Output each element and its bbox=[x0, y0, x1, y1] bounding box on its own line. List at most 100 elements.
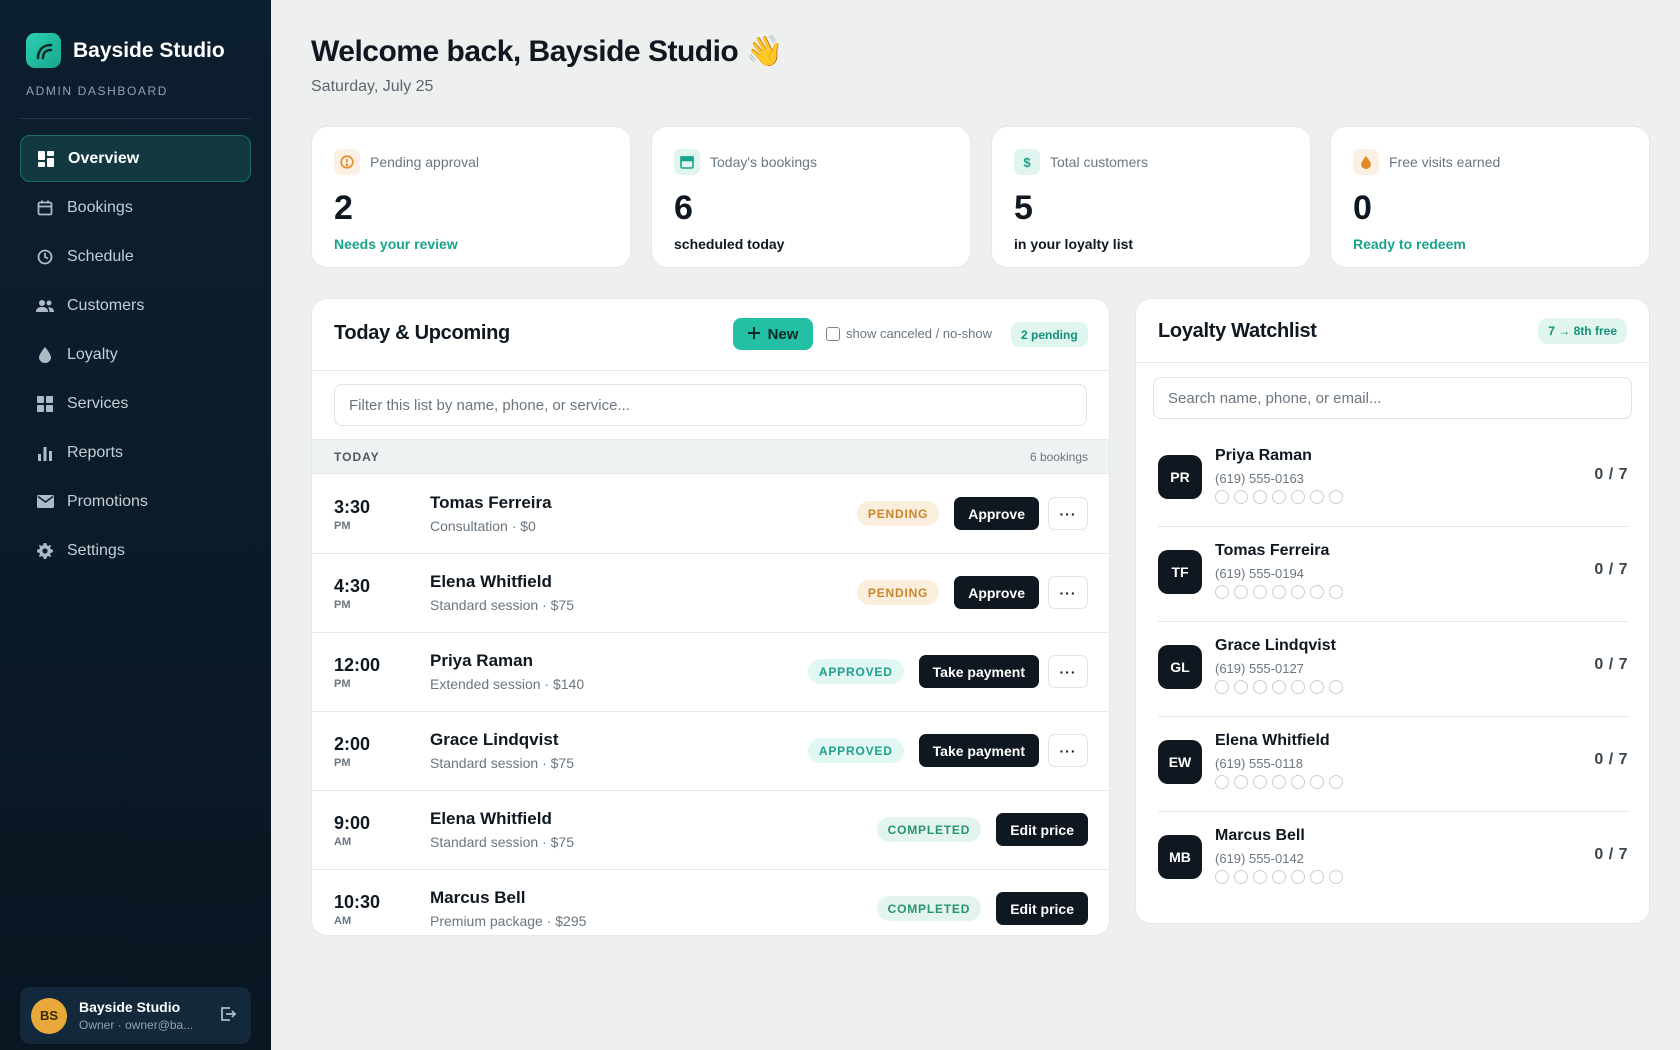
sidebar-item-services[interactable]: Services bbox=[20, 380, 251, 427]
sidebar-item-label: Schedule bbox=[67, 247, 134, 265]
sidebar-item-customers[interactable]: Customers bbox=[20, 282, 251, 329]
booking-ampm: PM bbox=[334, 599, 351, 611]
visit-dot bbox=[1215, 490, 1229, 504]
sidebar-item-label: Settings bbox=[67, 541, 125, 559]
visit-dot bbox=[1272, 680, 1286, 694]
logout-icon[interactable] bbox=[219, 1005, 237, 1028]
page-title: Welcome back, Bayside Studio 👋 bbox=[311, 35, 783, 68]
approve-button[interactable]: Approve bbox=[954, 576, 1039, 609]
stat-card-bookings[interactable]: Today's bookings 6 scheduled today bbox=[651, 126, 971, 268]
sidebar-item-reports[interactable]: Reports bbox=[20, 429, 251, 476]
panel-divider bbox=[312, 370, 1109, 371]
panel-divider bbox=[1136, 362, 1649, 363]
sidebar-item-label: Reports bbox=[67, 443, 124, 461]
visit-dot bbox=[1291, 775, 1305, 789]
booking-customer: Tomas Ferreira bbox=[430, 493, 552, 512]
visit-dot bbox=[1234, 870, 1248, 884]
plus-icon bbox=[747, 326, 760, 343]
status-badge: PENDING bbox=[856, 580, 940, 605]
new-booking-button[interactable]: New bbox=[733, 318, 813, 350]
sidebar-item-loyalty[interactable]: Loyalty bbox=[20, 331, 251, 378]
booking-row[interactable]: 4:30 PM Elena Whitfield Standard session… bbox=[312, 554, 1109, 633]
sidebar-item-schedule[interactable]: Schedule bbox=[20, 233, 251, 280]
sidebar-item-overview[interactable]: Overview bbox=[20, 135, 251, 182]
loyalty-row[interactable]: PR Priya Raman (619) 555-0163 0 / 7 bbox=[1158, 432, 1628, 527]
booking-time: 4:30 bbox=[334, 576, 371, 596]
visit-dot bbox=[1329, 775, 1343, 789]
booking-customer: Elena Whitfield bbox=[430, 809, 552, 828]
sidebar-item-settings[interactable]: Settings bbox=[20, 527, 251, 574]
loyalty-score: 0 / 7 bbox=[1594, 751, 1628, 768]
visit-dot bbox=[1272, 870, 1286, 884]
sidebar-item-label: Bookings bbox=[67, 198, 133, 216]
stat-card-free-visits[interactable]: Free visits earned 0 Ready to redeem bbox=[1330, 126, 1650, 268]
booking-row[interactable]: 12:00 PM Priya Raman Extended session · … bbox=[312, 633, 1109, 712]
drop-icon bbox=[36, 346, 54, 364]
new-button-label: New bbox=[767, 325, 799, 343]
more-options-button[interactable]: ··· bbox=[1048, 734, 1088, 767]
status-badge: APPROVED bbox=[807, 738, 904, 763]
loyalty-row[interactable]: MB Marcus Bell (619) 555-0142 0 / 7 bbox=[1158, 812, 1628, 907]
visit-dot bbox=[1234, 680, 1248, 694]
avatar: EW bbox=[1158, 740, 1202, 784]
more-options-button[interactable]: ··· bbox=[1048, 576, 1088, 609]
booking-customer: Marcus Bell bbox=[430, 888, 526, 907]
take-payment-button[interactable]: Take payment bbox=[918, 655, 1039, 688]
stat-card-pending[interactable]: Pending approval 2 Needs your review bbox=[311, 126, 631, 268]
visit-dot bbox=[1329, 585, 1343, 599]
avatar: MB bbox=[1158, 835, 1202, 879]
bookings-filter-input[interactable]: Filter this list by name, phone, or serv… bbox=[334, 384, 1087, 426]
visit-dot bbox=[1215, 585, 1229, 599]
loyalty-search-input[interactable]: Search name, phone, or email... bbox=[1153, 377, 1632, 419]
avatar: BS bbox=[31, 997, 67, 1034]
stat-card-customers[interactable]: $ Total customers 5 in your loyalty list bbox=[991, 126, 1311, 268]
visit-dot bbox=[1253, 585, 1267, 599]
visit-dot bbox=[1253, 775, 1267, 789]
loyalty-row[interactable]: GL Grace Lindqvist (619) 555-0127 0 / 7 bbox=[1158, 622, 1628, 717]
status-badge: COMPLETED bbox=[876, 817, 982, 842]
mail-icon bbox=[36, 493, 54, 511]
booking-row[interactable]: 10:30 AM Marcus Bell Premium package · $… bbox=[312, 870, 1109, 935]
sidebar-nav: Overview Bookings Schedule Customers Loy… bbox=[20, 135, 251, 576]
stat-value: 2 bbox=[334, 189, 353, 227]
visit-progress-dots bbox=[1215, 680, 1343, 694]
bookings-title: Today & Upcoming bbox=[334, 322, 510, 344]
loyalty-score: 0 / 7 bbox=[1594, 656, 1628, 673]
approve-button[interactable]: Approve bbox=[954, 497, 1039, 530]
visit-dot bbox=[1291, 585, 1305, 599]
sidebar-item-label: Promotions bbox=[67, 492, 148, 510]
sidebar-item-promotions[interactable]: Promotions bbox=[20, 478, 251, 525]
booking-row[interactable]: 3:30 PM Tomas Ferreira Consultation · $0… bbox=[312, 475, 1109, 554]
calendar-icon bbox=[36, 199, 54, 217]
booking-time: 2:00 bbox=[334, 734, 371, 754]
drop-icon bbox=[1353, 149, 1379, 175]
booking-time: 12:00 bbox=[334, 655, 381, 675]
loyalty-score: 0 / 7 bbox=[1594, 561, 1628, 578]
loyalty-row[interactable]: EW Elena Whitfield (619) 555-0118 0 / 7 bbox=[1158, 717, 1628, 812]
more-options-button[interactable]: ··· bbox=[1048, 497, 1088, 530]
loyalty-row[interactable]: TF Tomas Ferreira (619) 555-0194 0 / 7 bbox=[1158, 527, 1628, 622]
today-section-header: TODAY 6 bookings bbox=[312, 439, 1109, 474]
booking-time: 10:30 bbox=[334, 892, 381, 912]
booking-row[interactable]: 9:00 AM Elena Whitfield Standard session… bbox=[312, 791, 1109, 870]
user-card[interactable]: BS Bayside Studio Owner · owner@ba... bbox=[20, 987, 251, 1044]
customer-name: Marcus Bell bbox=[1215, 827, 1305, 844]
user-role-email: Owner · owner@ba... bbox=[79, 1018, 194, 1032]
show-canceled-checkbox[interactable] bbox=[826, 326, 840, 341]
booking-row[interactable]: 2:00 PM Grace Lindqvist Standard session… bbox=[312, 712, 1109, 791]
take-payment-button[interactable]: Take payment bbox=[918, 734, 1039, 767]
loyalty-score: 0 / 7 bbox=[1594, 466, 1628, 483]
visit-dot bbox=[1234, 775, 1248, 789]
customer-phone: (619) 555-0127 bbox=[1215, 661, 1304, 676]
brand[interactable]: Bayside Studio bbox=[26, 33, 225, 68]
booking-ampm: AM bbox=[334, 915, 352, 927]
more-options-button[interactable]: ··· bbox=[1048, 655, 1088, 688]
edit-price-button[interactable]: Edit price bbox=[996, 813, 1088, 846]
sidebar-item-bookings[interactable]: Bookings bbox=[20, 184, 251, 231]
show-canceled-toggle[interactable]: show canceled / no-show bbox=[826, 326, 992, 341]
customer-name: Priya Raman bbox=[1215, 447, 1312, 464]
edit-price-button[interactable]: Edit price bbox=[996, 892, 1088, 925]
visit-dot bbox=[1291, 490, 1305, 504]
status-badge: PENDING bbox=[856, 501, 940, 526]
sidebar-item-label: Loyalty bbox=[67, 345, 118, 363]
